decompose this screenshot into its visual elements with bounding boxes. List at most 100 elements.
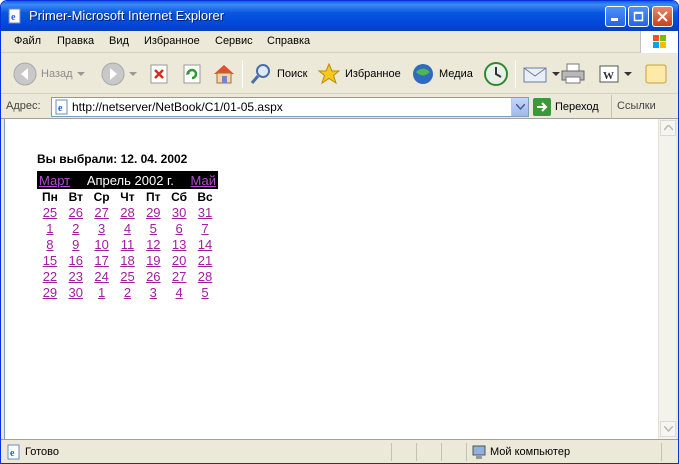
calendar-day-link[interactable]: 23 — [69, 269, 83, 284]
print-button[interactable] — [560, 58, 586, 90]
search-button[interactable]: Поиск — [249, 58, 307, 90]
calendar-day-link[interactable]: 26 — [146, 269, 160, 284]
title-bar[interactable]: e Primer-Microsoft Internet Explorer — [1, 1, 678, 31]
calendar-day-link[interactable]: 15 — [43, 253, 57, 268]
links-button[interactable]: Ссылки — [611, 95, 656, 119]
calendar-day-link[interactable]: 25 — [43, 205, 57, 220]
calendar-day-link[interactable]: 27 — [94, 205, 108, 220]
next-month-link[interactable]: Май — [191, 173, 216, 188]
printer-icon — [561, 63, 585, 84]
status-divider — [441, 443, 442, 461]
refresh-button[interactable] — [181, 58, 203, 90]
calendar-day-link[interactable]: 1 — [46, 221, 53, 236]
dow-wed: Ср — [93, 190, 110, 204]
calendar-day-link[interactable]: 12 — [146, 237, 160, 252]
calendar-day-cell: 30 — [166, 205, 192, 221]
calendar-day-link[interactable]: 13 — [172, 237, 186, 252]
calendar-day-link[interactable]: 9 — [72, 237, 79, 252]
back-dropdown-icon[interactable] — [76, 71, 85, 77]
calendar-day-link[interactable]: 26 — [69, 205, 83, 220]
calendar-day-link[interactable]: 5 — [150, 221, 157, 236]
favorites-button[interactable]: Избранное — [317, 58, 401, 90]
address-input[interactable]: e http://netserver/NetBook/C1/01-05.aspx — [51, 97, 529, 117]
menu-view[interactable]: Вид — [109, 35, 129, 47]
history-button[interactable] — [483, 58, 509, 90]
menu-file[interactable]: Файл — [14, 35, 41, 47]
edit-dropdown-icon[interactable] — [624, 71, 632, 77]
stop-button[interactable] — [148, 58, 170, 90]
menu-favorites[interactable]: Избранное — [144, 35, 200, 47]
media-button[interactable]: Медиа — [411, 58, 473, 90]
svg-text:W: W — [603, 70, 614, 82]
maximize-button[interactable] — [628, 6, 649, 27]
stop-icon — [150, 64, 168, 84]
go-button[interactable]: Переход — [533, 98, 599, 116]
scroll-up-button[interactable] — [660, 120, 676, 136]
address-dropdown-button[interactable] — [511, 98, 528, 116]
calendar-day-link[interactable]: 18 — [120, 253, 134, 268]
calendar-day-link[interactable]: 19 — [146, 253, 160, 268]
calendar-day-link[interactable]: 6 — [176, 221, 183, 236]
chevron-up-icon — [663, 125, 673, 131]
calendar-day-link[interactable]: 16 — [69, 253, 83, 268]
calendar-day-link[interactable]: 30 — [69, 285, 83, 300]
calendar-day-link[interactable]: 31 — [198, 205, 212, 220]
mail-button[interactable] — [522, 58, 560, 90]
calendar-day-link[interactable]: 5 — [201, 285, 208, 300]
calendar-day-link[interactable]: 29 — [146, 205, 160, 220]
menu-help[interactable]: Справка — [267, 35, 310, 47]
menu-tools[interactable]: Сервис — [215, 35, 253, 47]
dow-sat: Сб — [171, 190, 188, 204]
svg-text:e: e — [11, 12, 16, 23]
calendar-day-link[interactable]: 4 — [176, 285, 183, 300]
calendar-day-cell: 13 — [166, 237, 192, 253]
calendar-day-link[interactable]: 4 — [124, 221, 131, 236]
calendar-day-link[interactable]: 3 — [150, 285, 157, 300]
edit-button[interactable]: W — [598, 58, 632, 90]
home-button[interactable] — [211, 58, 237, 90]
calendar-days: 25 26 27 28 29 30 31 1 2 3 4 5 6 7 8 9 10 11 12 13 14 15 16 17 1… — [37, 205, 218, 301]
calendar-day-link[interactable]: 20 — [172, 253, 186, 268]
calendar-day-link[interactable]: 25 — [120, 269, 134, 284]
ie-page-icon: e — [8, 8, 21, 24]
address-url: http://netserver/NetBook/C1/01-05.aspx — [72, 100, 283, 114]
calendar-day-link[interactable]: 2 — [124, 285, 131, 300]
calendar-day-link[interactable]: 2 — [72, 221, 79, 236]
calendar-day-link[interactable]: 8 — [46, 237, 53, 252]
calendar-day-link[interactable]: 28 — [120, 205, 134, 220]
close-button[interactable] — [652, 6, 673, 27]
calendar-day-cell: 29 — [140, 205, 166, 221]
menu-edit[interactable]: Правка — [57, 35, 94, 47]
calendar-day-link[interactable]: 27 — [172, 269, 186, 284]
prev-month-link[interactable]: Март — [39, 173, 70, 188]
forward-arrow-icon — [101, 62, 125, 86]
calendar-day-link[interactable]: 29 — [43, 285, 57, 300]
calendar-day-link[interactable]: 30 — [172, 205, 186, 220]
discuss-button[interactable] — [644, 58, 668, 90]
calendar-day-link[interactable]: 1 — [98, 285, 105, 300]
status-divider — [466, 443, 467, 461]
scroll-down-button[interactable] — [660, 421, 676, 437]
forward-button[interactable] — [101, 58, 137, 90]
calendar-day-link[interactable]: 21 — [198, 253, 212, 268]
vertical-scrollbar[interactable] — [658, 119, 676, 439]
calendar-day-link[interactable]: 14 — [198, 237, 212, 252]
calendar-day-cell: 17 — [89, 253, 115, 269]
calendar-day-link[interactable]: 24 — [94, 269, 108, 284]
calendar-day-cell: 30 — [63, 285, 89, 301]
minimize-button[interactable] — [605, 6, 626, 27]
calendar-day-link[interactable]: 7 — [201, 221, 208, 236]
calendar-day-link[interactable]: 22 — [43, 269, 57, 284]
calendar-day-link[interactable]: 3 — [98, 221, 105, 236]
back-button[interactable]: Назад — [13, 58, 85, 90]
calendar-day-link[interactable]: 28 — [198, 269, 212, 284]
calendar: Март Апрель 2002 г. Май Пн Вт Ср Чт Пт С… — [37, 171, 218, 301]
mail-dropdown-icon[interactable] — [552, 71, 560, 77]
calendar-day-cell: 19 — [140, 253, 166, 269]
calendar-day-cell: 2 — [115, 285, 141, 301]
calendar-day-link[interactable]: 17 — [94, 253, 108, 268]
calendar-day-link[interactable]: 10 — [94, 237, 108, 252]
forward-dropdown-icon[interactable] — [129, 71, 137, 77]
favorites-star-icon — [317, 62, 341, 85]
calendar-day-link[interactable]: 11 — [121, 237, 135, 252]
